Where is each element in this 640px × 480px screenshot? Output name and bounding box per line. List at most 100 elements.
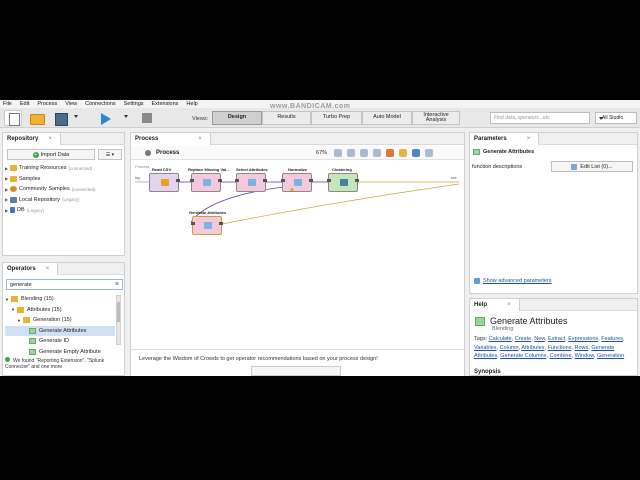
repository-item-label: Samples xyxy=(19,175,41,182)
operator-read-csv[interactable] xyxy=(149,173,180,192)
tag-link[interactable]: Column xyxy=(500,345,519,351)
input-port[interactable] xyxy=(235,179,239,182)
save-icon[interactable] xyxy=(52,110,70,126)
repository-item-samples[interactable]: ▶ Samples xyxy=(5,174,122,185)
tag-link[interactable]: Variables xyxy=(474,345,497,351)
operator-normalize[interactable] xyxy=(281,173,313,192)
process-tab[interactable]: Process × xyxy=(131,133,211,145)
view-tab-auto-model[interactable]: Auto Model xyxy=(362,111,412,125)
tag-link[interactable]: Generation xyxy=(597,353,624,359)
menu-file[interactable]: File xyxy=(3,101,12,107)
input-port[interactable] xyxy=(327,179,331,182)
parameters-tab[interactable]: Parameters × xyxy=(470,133,540,145)
repository-menu-button[interactable]: ☰ ▾ xyxy=(98,149,122,160)
operator-replace-missing-values[interactable] xyxy=(190,173,222,192)
operator-generate-attributes-node[interactable] xyxy=(191,216,223,235)
menu-edit[interactable]: Edit xyxy=(20,101,29,107)
tag-link[interactable]: Window xyxy=(575,353,594,359)
repository-tab[interactable]: Repository × xyxy=(3,133,61,145)
tag-link[interactable]: Generate Columns xyxy=(500,353,546,359)
fullscreen-icon[interactable] xyxy=(425,149,433,157)
view-tab-interactive-analysis[interactable]: Interactive Analysis xyxy=(412,111,460,125)
zoom-out-icon[interactable] xyxy=(347,149,355,157)
operator-select-attributes[interactable] xyxy=(235,173,267,192)
repository-item-local-repository[interactable]: ▶ Local Repository (Legacy) xyxy=(5,195,122,206)
operator-group-generation[interactable]: ▼ Generation (15) xyxy=(5,315,115,326)
tag-link[interactable]: Functions xyxy=(548,345,572,351)
studio-scope-select[interactable]: All Studio xyxy=(595,112,637,124)
tag-link[interactable]: Rows xyxy=(575,345,589,351)
close-icon[interactable]: × xyxy=(527,136,531,142)
close-icon[interactable]: × xyxy=(507,302,511,308)
operator-generate-id[interactable]: Generate ID xyxy=(5,336,115,347)
output-port[interactable] xyxy=(263,179,267,182)
zoom-in-icon[interactable] xyxy=(334,149,342,157)
marketplace-suggestion[interactable]: We found "Reporting Extension", "Splunk … xyxy=(5,357,123,370)
process-canvas[interactable]: Process res inp Read CSV Replace Missing… xyxy=(133,162,463,347)
stop-process-icon[interactable] xyxy=(138,110,156,126)
operator-tree-scrollbar[interactable] xyxy=(116,295,121,345)
import-data-button[interactable]: + Import Data xyxy=(7,149,95,160)
tag-link[interactable]: Attributes xyxy=(521,345,544,351)
save-dropdown-icon[interactable] xyxy=(74,115,78,118)
run-dropdown-icon[interactable] xyxy=(124,115,128,118)
close-icon[interactable]: × xyxy=(48,136,52,142)
output-port[interactable] xyxy=(309,179,313,182)
open-folder-icon[interactable] xyxy=(28,110,46,126)
process-root-icon[interactable] xyxy=(145,150,151,156)
edit-list-button[interactable]: Edit List (0)... xyxy=(551,161,633,172)
repository-item-community-samples[interactable]: ▶ Community Samples (connected) xyxy=(5,184,122,195)
tag-link[interactable]: Combine xyxy=(550,353,572,359)
operators-tab[interactable]: Operators × xyxy=(3,263,59,275)
notes-icon[interactable] xyxy=(399,149,407,157)
view-tab-turbo-prep[interactable]: Turbo Prep xyxy=(311,111,362,125)
process-breadcrumb[interactable]: Process xyxy=(156,150,179,156)
tag-link[interactable]: Extract xyxy=(548,336,565,342)
view-tab-results[interactable]: Results xyxy=(262,111,311,125)
output-port[interactable] xyxy=(218,179,222,182)
menu-view[interactable]: View xyxy=(65,101,77,107)
operator-generate-attributes[interactable]: Generate Attributes xyxy=(5,325,115,336)
input-port[interactable] xyxy=(281,179,285,182)
fit-zoom-icon[interactable] xyxy=(360,149,368,157)
operator-generate-empty-attribute[interactable]: Generate Empty Attribute xyxy=(5,347,115,358)
menu-settings[interactable]: Settings xyxy=(124,101,144,107)
operator-tree-label: Generate Empty Attribute xyxy=(39,348,101,355)
menu-extensions[interactable]: Extensions xyxy=(152,101,179,107)
new-process-icon[interactable] xyxy=(4,110,22,126)
repository-item-db[interactable]: ▶ DB (Legacy) xyxy=(5,205,122,216)
activate-wisdom-button[interactable] xyxy=(251,366,341,376)
output-port[interactable] xyxy=(355,179,359,182)
operator-search-input[interactable]: generate × xyxy=(6,279,123,290)
database-icon xyxy=(10,207,15,214)
output-port[interactable] xyxy=(219,222,223,225)
input-port[interactable] xyxy=(190,179,194,182)
tag-link[interactable]: Create xyxy=(515,336,532,342)
output-port[interactable] xyxy=(176,179,180,182)
clear-search-icon[interactable]: × xyxy=(115,281,119,288)
arrange-icon[interactable] xyxy=(412,149,420,157)
input-port[interactable] xyxy=(191,222,195,225)
view-tab-design[interactable]: Design xyxy=(212,111,262,125)
help-tab[interactable]: Help × xyxy=(470,299,520,311)
close-icon[interactable]: × xyxy=(198,136,202,142)
operator-clustering[interactable] xyxy=(327,173,359,192)
breakpoint-icon[interactable] xyxy=(386,149,394,157)
menu-connections[interactable]: Connections xyxy=(85,101,116,107)
global-search-input[interactable]: Find data, operators...etc xyxy=(490,112,590,124)
tags-label: Tags: xyxy=(474,336,488,342)
repository-item-training-resources[interactable]: ▶ Training Resources (connected) xyxy=(5,163,122,174)
close-icon[interactable]: × xyxy=(46,266,50,272)
menu-help[interactable]: Help xyxy=(186,101,197,107)
menu-process[interactable]: Process xyxy=(37,101,57,107)
scrollbar-thumb[interactable] xyxy=(117,302,120,322)
show-advanced-parameters-link[interactable]: Show advanced parameters xyxy=(474,278,551,284)
tag-link[interactable]: Features xyxy=(601,336,623,342)
auto-wire-icon[interactable] xyxy=(373,149,381,157)
run-process-icon[interactable] xyxy=(96,110,114,126)
tag-link[interactable]: Calculate xyxy=(489,336,512,342)
tag-link[interactable]: New xyxy=(534,336,545,342)
operator-group-attributes[interactable]: ▼ Attributes (15) xyxy=(5,305,115,316)
tag-link[interactable]: Expressions xyxy=(568,336,598,342)
operator-group-blending[interactable]: ▼ Blending (15) xyxy=(5,294,115,305)
